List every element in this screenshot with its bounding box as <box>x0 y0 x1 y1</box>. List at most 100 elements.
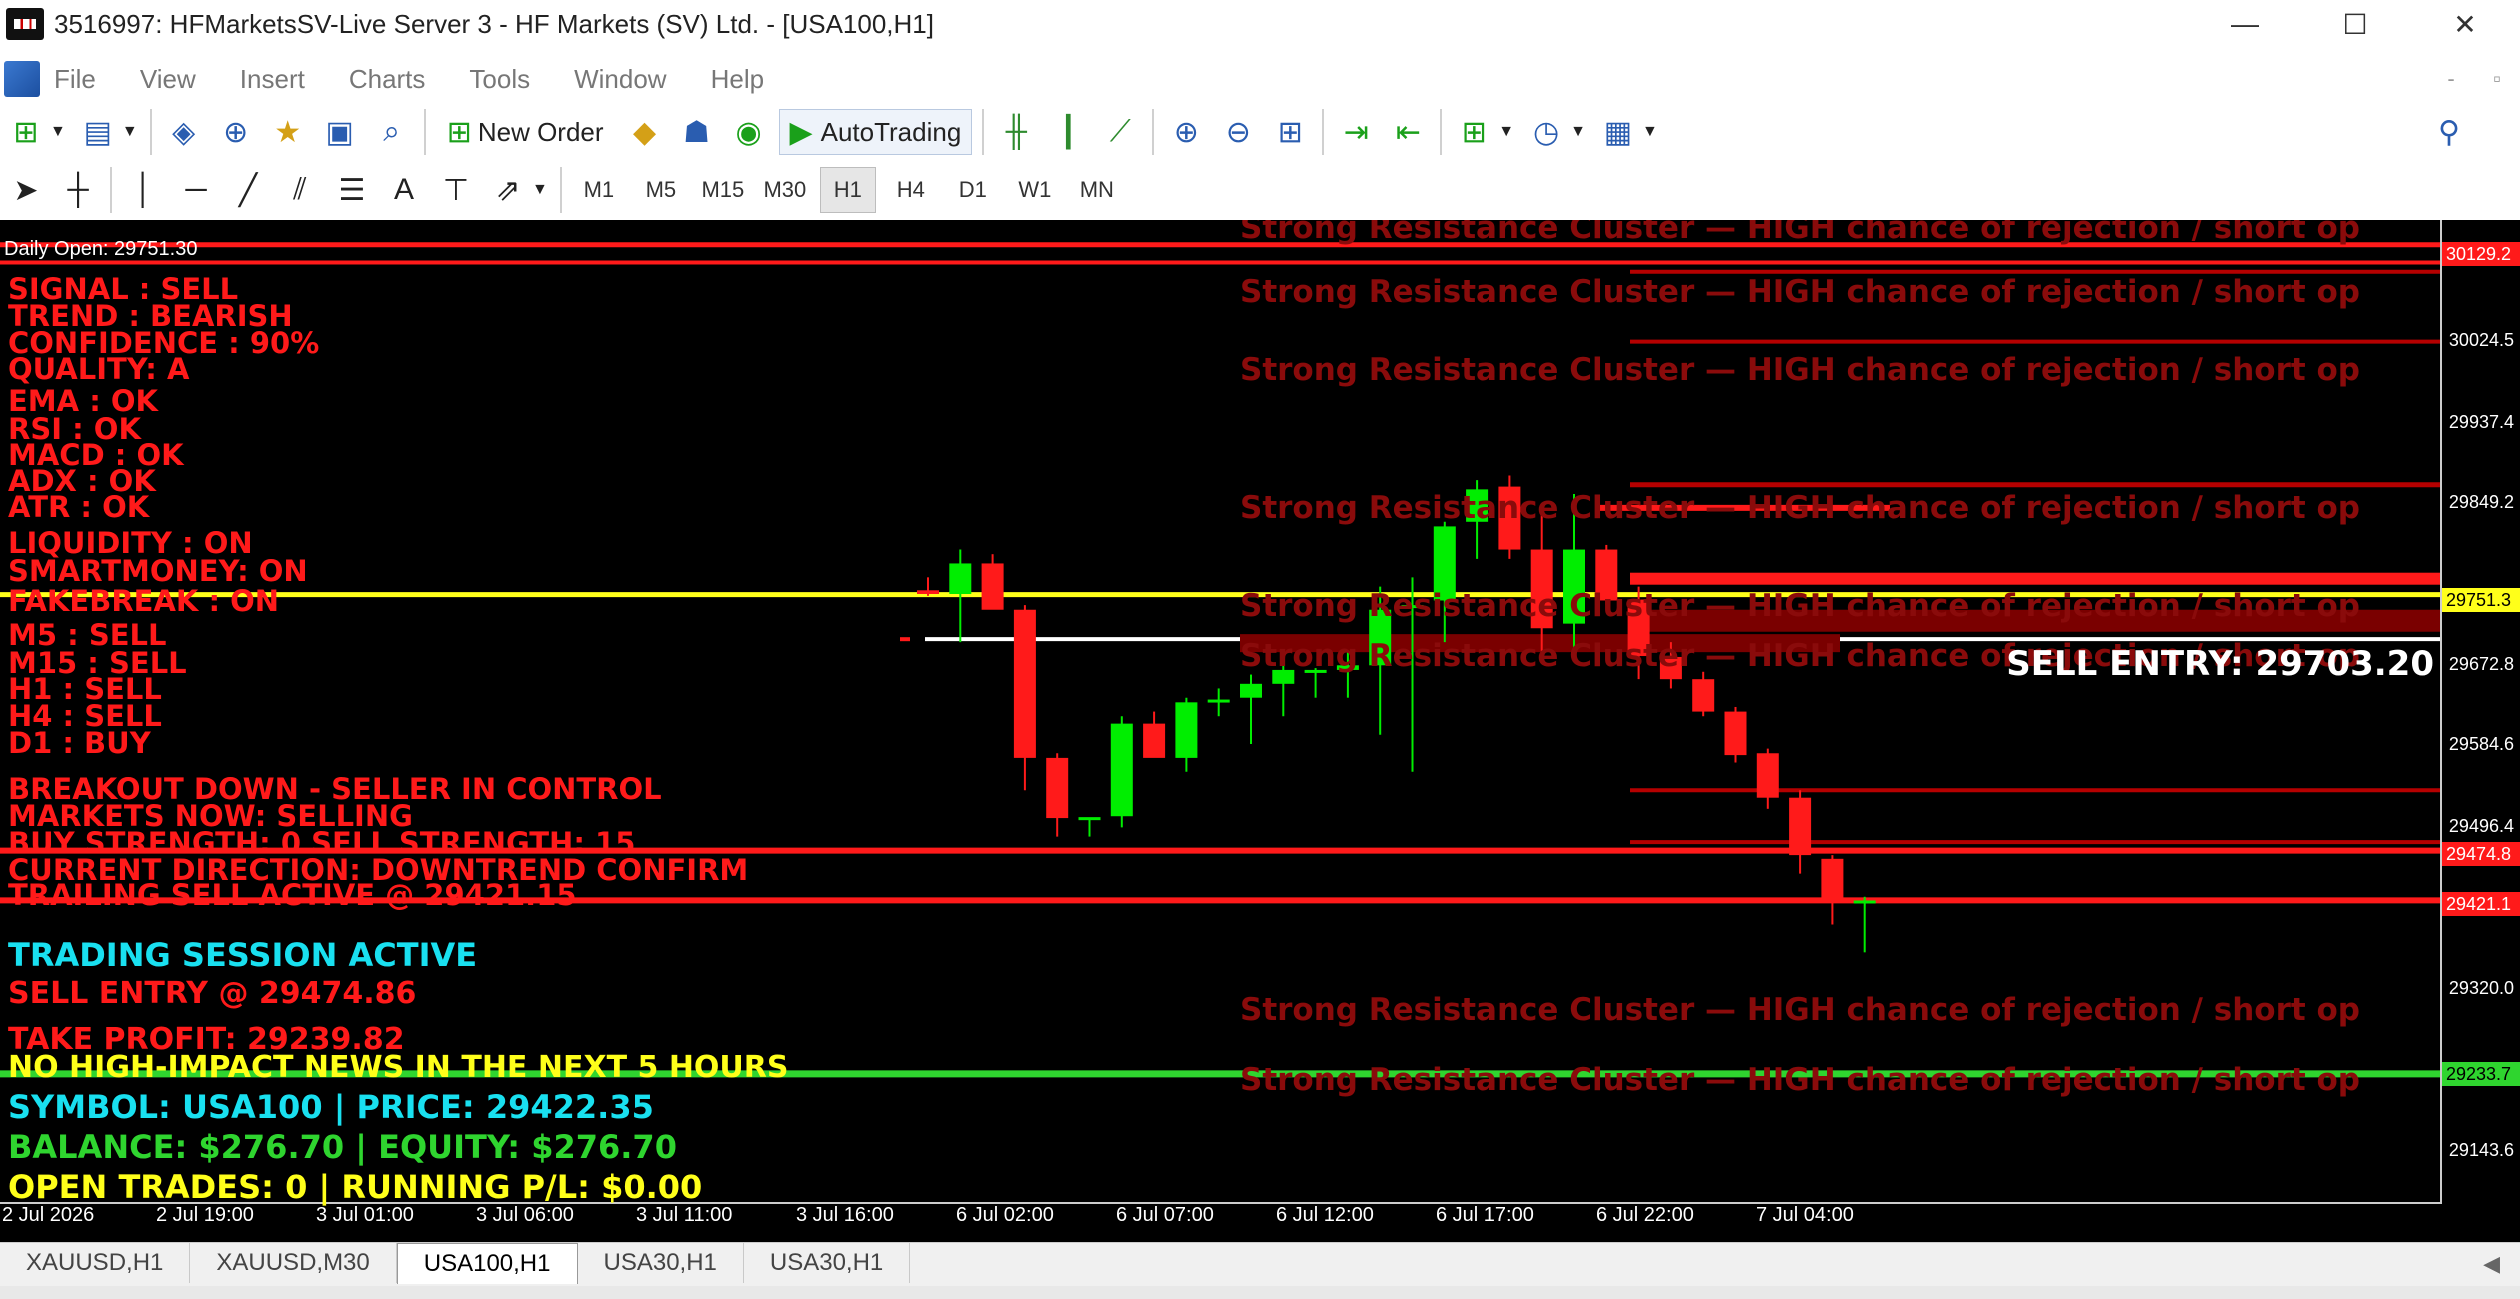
tab-usa100-h1[interactable]: USA100,H1 <box>396 1243 578 1284</box>
bar-chart-icon: ╫ <box>1005 115 1027 148</box>
chevron-down-icon[interactable]: ▼ <box>1498 123 1514 141</box>
menu-charts[interactable]: Charts <box>349 64 426 95</box>
menu-tools[interactable]: Tools <box>469 64 530 95</box>
navigator-button[interactable]: ★ <box>266 110 310 154</box>
hud-sell-entry: SELL ENTRY @ 29474.86 <box>8 976 417 1011</box>
minimize-button[interactable]: — <box>2190 0 2300 48</box>
timeframe-m5[interactable]: M5 <box>634 168 688 212</box>
tab-scroll-left-icon[interactable]: ◀ <box>2483 1251 2500 1277</box>
chevron-down-icon[interactable]: ▼ <box>532 181 548 199</box>
hud-d1: D1 : BUY <box>8 726 151 760</box>
menu-help[interactable]: Help <box>711 64 764 95</box>
vertical-line-icon: │ <box>134 173 154 206</box>
new-order-icon: ⊞ <box>446 115 472 149</box>
periods-button[interactable]: ◷ <box>1524 110 1568 154</box>
new-chart-icon: ⊞ <box>13 115 39 149</box>
chart-window-icon[interactable] <box>4 61 40 97</box>
metaeditor-button[interactable]: ◆ <box>623 110 667 154</box>
menu-insert[interactable]: Insert <box>240 64 305 95</box>
new-chart-button[interactable]: ⊞ <box>4 110 48 154</box>
timeframe-m1[interactable]: M1 <box>572 168 626 212</box>
arrows-button[interactable]: ⇗ <box>486 168 530 212</box>
time-axis-label: 3 Jul 06:00 <box>476 1204 574 1226</box>
vertical-line-button[interactable]: │ <box>122 168 166 212</box>
price-axis-label: 29937.4 <box>2448 412 2514 432</box>
market-watch-button[interactable]: ◈ <box>162 110 206 154</box>
tab-xauusd-h1[interactable]: XAUUSD,H1 <box>0 1243 191 1283</box>
timeframe-m30[interactable]: M30 <box>758 168 812 212</box>
text-label-button[interactable]: ⊤ <box>434 168 478 212</box>
line-chart-button[interactable]: ⟋ <box>1098 110 1142 154</box>
hud-ema: EMA : OK <box>8 384 159 418</box>
experts-button[interactable]: ☗ <box>675 110 719 154</box>
mdi-minimize-button[interactable]: - <box>2428 66 2474 92</box>
fibonacci-button[interactable]: ☰ <box>330 168 374 212</box>
chevron-down-icon[interactable]: ▼ <box>50 123 66 141</box>
hud-balance-equity: BALANCE: $276.70 | EQUITY: $276.70 <box>8 1128 677 1166</box>
candlestick-icon: ┃ <box>1059 115 1078 149</box>
crosshair-button[interactable]: ┼ <box>56 168 100 212</box>
chevron-down-icon[interactable]: ▼ <box>1570 123 1586 141</box>
toolbar-separator <box>1440 109 1443 155</box>
editor-icon: ◆ <box>632 115 657 149</box>
close-button[interactable]: ✕ <box>2410 0 2520 48</box>
new-order-button[interactable]: ⊞ New Order <box>436 109 615 155</box>
time-axis-label: 2 Jul 19:00 <box>156 1204 254 1226</box>
terminal-button[interactable]: ▣ <box>318 110 362 154</box>
toolbar-separator <box>149 109 152 155</box>
bar-chart-button[interactable]: ╫ <box>994 110 1038 154</box>
tab-xauusd-m30[interactable]: XAUUSD,M30 <box>190 1243 397 1283</box>
tab-usa30-h1-2[interactable]: USA30,H1 <box>744 1243 911 1283</box>
templates-button[interactable]: ▦ <box>1596 110 1640 154</box>
trendline-button[interactable]: ╱ <box>226 168 270 212</box>
hud-symbol-price: SYMBOL: USA100 | PRICE: 29422.35 <box>8 1088 654 1126</box>
strategy-tester-button[interactable]: ⌕ <box>370 110 414 154</box>
menu-file[interactable]: File <box>54 64 96 95</box>
tile-windows-button[interactable]: ⊞ <box>1268 110 1312 154</box>
text-button[interactable]: A <box>382 168 426 212</box>
timeframe-m15[interactable]: M15 <box>696 168 750 212</box>
data-window-button[interactable]: ⊕ <box>214 110 258 154</box>
time-axis-label: 6 Jul 17:00 <box>1436 1204 1534 1226</box>
timeframe-h1[interactable]: H1 <box>819 167 876 213</box>
mdi-restore-button[interactable]: ▫ <box>2474 66 2520 92</box>
profiles-button[interactable]: ▤ <box>76 110 120 154</box>
timeframe-mn[interactable]: MN <box>1070 168 1124 212</box>
zoom-in-button[interactable]: ⊕ <box>1164 110 1208 154</box>
horizontal-line-button[interactable]: ─ <box>174 168 218 212</box>
timeframe-h4[interactable]: H4 <box>884 168 938 212</box>
zoom-out-button[interactable]: ⊖ <box>1216 110 1260 154</box>
menu-view[interactable]: View <box>140 64 196 95</box>
toolbar-separator <box>1322 109 1325 155</box>
time-axis-label: 7 Jul 04:00 <box>1756 1204 1854 1226</box>
daily-open-label: Daily Open: 29751.30 <box>4 238 198 260</box>
arrows-icon: ⇗ <box>495 173 521 207</box>
price-highlight-current: 29421.1 <box>2442 892 2520 916</box>
maximize-button[interactable]: ☐ <box>2300 0 2410 48</box>
price-axis-label: 30024.5 <box>2448 330 2514 350</box>
tab-usa30-h1[interactable]: USA30,H1 <box>578 1243 744 1283</box>
chart-shift-button[interactable]: ⇤ <box>1386 110 1430 154</box>
chevron-down-icon[interactable]: ▼ <box>1642 123 1658 141</box>
signals-button[interactable]: ◉ <box>727 110 771 154</box>
price-axis-label: 29672.8 <box>2448 654 2514 674</box>
search-icon[interactable]: ⚲ <box>2438 115 2460 150</box>
menu-window[interactable]: Window <box>574 64 666 95</box>
indicators-button[interactable]: ⊞ <box>1452 110 1496 154</box>
timeframe-w1[interactable]: W1 <box>1008 168 1062 212</box>
resistance-label: Strong Resistance Cluster — HIGH chance … <box>1240 588 2360 624</box>
cursor-button[interactable]: ➤ <box>4 168 48 212</box>
folder-star-icon: ★ <box>274 115 302 149</box>
chevron-down-icon[interactable]: ▼ <box>122 123 138 141</box>
equidistant-channel-button[interactable]: ⫽ <box>278 168 322 212</box>
time-axis-label: 3 Jul 11:00 <box>636 1204 733 1226</box>
price-chart[interactable]: Daily Open: 29751.30 Strong Resistance C… <box>0 220 2520 1242</box>
price-axis-label: 29320.0 <box>2448 978 2514 998</box>
price-highlight-sell-entry: 29474.8 <box>2442 842 2520 866</box>
auto-scroll-button[interactable]: ⇥ <box>1334 110 1378 154</box>
crosshair-icon: ┼ <box>67 173 89 206</box>
timeframe-d1[interactable]: D1 <box>946 168 1000 212</box>
candlestick-chart-button[interactable]: ┃ <box>1046 110 1090 154</box>
autotrading-button[interactable]: ▶ AutoTrading <box>778 109 973 155</box>
zoom-out-icon: ⊖ <box>1225 115 1251 149</box>
